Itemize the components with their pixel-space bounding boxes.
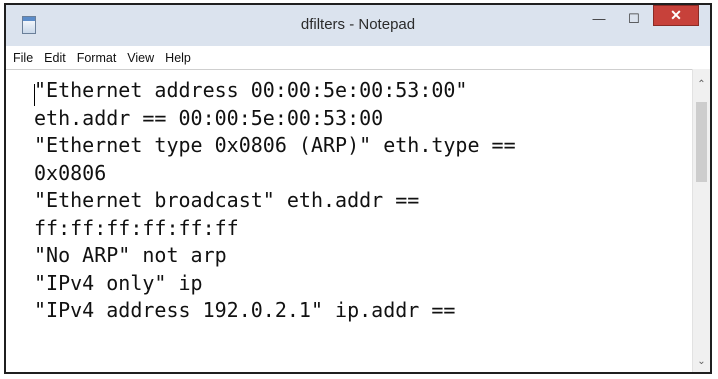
vertical-scrollbar[interactable]: ⌃ ⌄ [692, 69, 710, 372]
text-line: "Ethernet broadcast" eth.addr == [34, 188, 420, 212]
menu-edit[interactable]: Edit [44, 51, 66, 65]
chevron-up-icon[interactable]: ⌃ [693, 75, 710, 93]
text-caret [34, 84, 35, 106]
notepad-window: dfilters - Notepad — ☐ ✕ File Edit Forma… [4, 3, 712, 374]
menu-view[interactable]: View [127, 51, 154, 65]
menu-help[interactable]: Help [165, 51, 191, 65]
text-line: "Ethernet address 00:00:5e:00:53:00" [34, 78, 468, 102]
text-line: "IPv4 address 192.0.2.1" ip.addr == [34, 298, 456, 322]
text-editor[interactable]: "Ethernet address 00:00:5e:00:53:00" eth… [6, 69, 692, 372]
text-line: ff:ff:ff:ff:ff:ff [34, 215, 239, 240]
scrollbar-thumb[interactable] [696, 102, 707, 182]
text-line: "No ARP" not arp [34, 243, 227, 267]
chevron-down-icon[interactable]: ⌄ [693, 352, 710, 370]
text-line: eth.addr == 00:00:5e:00:53:00 [34, 105, 384, 130]
text-line: "IPv4 only" ip [34, 270, 203, 295]
maximize-icon: ☐ [628, 10, 640, 26]
close-icon: ✕ [670, 7, 682, 23]
menu-format[interactable]: Format [77, 51, 117, 65]
menu-file[interactable]: File [13, 51, 33, 65]
text-line: 0x0806 [34, 160, 107, 185]
close-button[interactable]: ✕ [653, 5, 699, 26]
maximize-button[interactable]: ☐ [619, 7, 649, 30]
minimize-button[interactable]: — [584, 7, 614, 30]
text-line: "Ethernet type 0x0806 (ARP)" eth.type == [34, 133, 516, 157]
minimize-icon: — [592, 11, 606, 26]
menu-bar: File Edit Format View Help [6, 46, 710, 70]
title-bar[interactable]: dfilters - Notepad — ☐ ✕ [6, 5, 710, 46]
